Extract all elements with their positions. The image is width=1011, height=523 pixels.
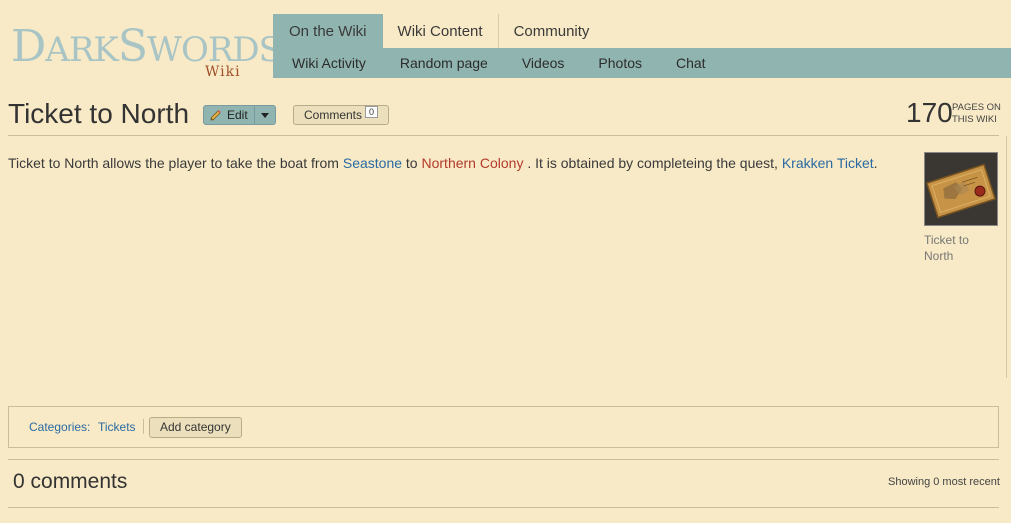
article-text: Ticket to North allows the player to tak… — [8, 155, 878, 171]
subnav-random-page[interactable]: Random page — [400, 55, 488, 71]
chevron-down-icon — [260, 112, 269, 118]
comments-showing-note: Showing 0 most recent — [888, 476, 1000, 488]
subnav-wiki-activity[interactable]: Wiki Activity — [292, 55, 366, 71]
edit-label: Edit — [227, 108, 248, 122]
logo-wiki-sub: Wiki — [205, 64, 241, 80]
edit-dropdown-button[interactable] — [253, 106, 275, 124]
subnav-photos[interactable]: Photos — [598, 55, 642, 71]
tab-community[interactable]: Community — [499, 14, 605, 48]
pages-count: 170 — [906, 97, 953, 128]
comments-label: Comments — [304, 108, 363, 122]
main-nav-tabs: On the Wiki Wiki Content Community — [273, 14, 604, 48]
edit-button-group: Edit — [203, 105, 276, 125]
tab-wiki-content[interactable]: Wiki Content — [383, 14, 499, 48]
bottom-divider — [8, 507, 999, 508]
header-divider — [8, 135, 999, 136]
image-caption: Ticket to North — [924, 233, 969, 263]
ticket-image — [925, 153, 997, 225]
comments-button[interactable]: Comments 0 — [293, 105, 390, 125]
page-title: Ticket to North — [8, 98, 190, 129]
content-edge — [1006, 136, 1007, 378]
subnav-chat[interactable]: Chat — [676, 55, 706, 71]
pages-count-label: PAGES ON THIS WIKI — [952, 102, 1001, 125]
categories-label[interactable]: Categories: — [29, 420, 90, 434]
link-seastone[interactable]: Seastone — [343, 155, 402, 171]
category-link-tickets[interactable]: Tickets — [98, 420, 136, 434]
add-category-button[interactable]: Add category — [149, 417, 242, 438]
edit-button[interactable]: Edit — [204, 106, 254, 124]
comments-heading: 0 comments — [13, 470, 128, 493]
subnav-videos[interactable]: Videos — [522, 55, 565, 71]
subnav: Wiki Activity Random page Videos Photos … — [275, 48, 723, 78]
categories-box: Categories: Tickets Add category — [8, 406, 999, 448]
link-krakken-ticket[interactable]: Krakken Ticket — [782, 155, 874, 171]
category-separator — [143, 419, 144, 434]
comments-divider — [8, 459, 999, 460]
tab-on-the-wiki[interactable]: On the Wiki — [273, 14, 383, 48]
comments-count-bubble: 0 — [365, 106, 379, 118]
link-northern-colony[interactable]: Northern Colony — [422, 155, 524, 171]
wiki-logo[interactable]: DARKSWORDS Wiki — [11, 22, 282, 81]
ticket-thumbnail[interactable] — [924, 152, 998, 226]
pencil-icon — [210, 110, 221, 121]
